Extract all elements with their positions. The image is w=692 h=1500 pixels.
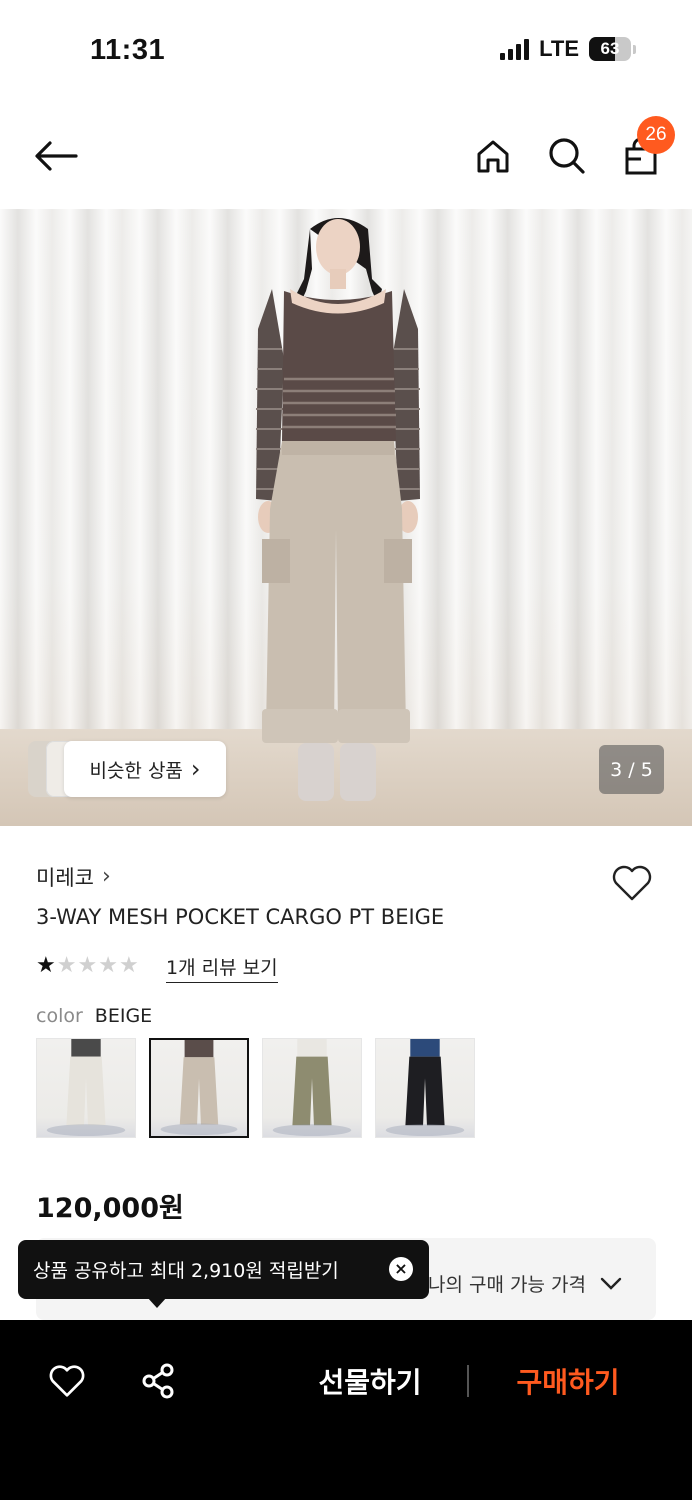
- heart-icon: [612, 865, 652, 901]
- gift-button[interactable]: 선물하기: [300, 1355, 440, 1407]
- close-icon[interactable]: ×: [389, 1257, 413, 1281]
- like-button[interactable]: [44, 1360, 90, 1402]
- my-price-text: 나의 구매 가능 가격: [428, 1274, 586, 1296]
- star-empty-icon: ★: [56, 953, 77, 978]
- option-row: color BEIGE: [36, 1005, 152, 1027]
- back-arrow-icon: [35, 141, 78, 171]
- swatch-figure: [160, 1040, 238, 1136]
- star-empty-icon: ★: [98, 953, 118, 978]
- chevron-right-icon: ›: [101, 864, 111, 889]
- search-icon: [549, 138, 585, 174]
- image-counter: 3 / 5: [599, 745, 664, 794]
- tooltip-text: 상품 공유하고 최대 2,910원 적립받기: [33, 1260, 339, 1282]
- cart-count-badge: 26: [637, 116, 675, 154]
- similar-products-button[interactable]: 비슷한 상품 ›: [64, 741, 226, 797]
- signal-icon: [500, 38, 530, 60]
- swatch-figure: [46, 1039, 126, 1137]
- share-reward-tooltip: 상품 공유하고 최대 2,910원 적립받기 ×: [18, 1240, 429, 1299]
- brand-link[interactable]: 미레코 ›: [36, 862, 111, 892]
- home-icon: [477, 140, 509, 173]
- color-swatch-white[interactable]: [36, 1038, 136, 1138]
- status-indicators: LTE 63: [500, 36, 636, 62]
- chevron-down-icon: [600, 1277, 622, 1290]
- option-value: BEIGE: [94, 1005, 153, 1027]
- star-filled-icon: ★: [36, 953, 56, 978]
- back-button[interactable]: [31, 131, 81, 181]
- battery-percent: 63: [600, 39, 620, 58]
- review-link[interactable]: 1개 리뷰 보기: [166, 953, 278, 983]
- swatch-figure: [272, 1039, 352, 1137]
- star-empty-icon: ★: [77, 953, 98, 978]
- color-swatch-khaki[interactable]: [262, 1038, 362, 1138]
- wishlist-button[interactable]: [608, 860, 656, 906]
- share-button[interactable]: [136, 1360, 180, 1402]
- product-title: 3-WAY MESH POCKET CARGO PT BEIGE: [36, 905, 445, 929]
- color-swatch-black[interactable]: [375, 1038, 475, 1138]
- chevron-right-icon: ›: [190, 755, 201, 783]
- home-button[interactable]: [468, 131, 518, 181]
- heart-icon: [49, 1365, 85, 1397]
- network-type: LTE: [539, 36, 579, 61]
- star-empty-icon: ★: [118, 953, 139, 978]
- product-image[interactable]: 3 / 5: [0, 209, 692, 826]
- bottom-divider: [467, 1365, 469, 1397]
- similar-products-label: 비슷한 상품: [89, 759, 183, 782]
- my-price-label[interactable]: 나의 구매 가능 가격: [428, 1270, 622, 1297]
- share-icon: [142, 1363, 174, 1399]
- bottom-action-bar: [0, 1320, 692, 1500]
- color-swatch-beige[interactable]: [149, 1038, 249, 1138]
- buy-button[interactable]: 구매하기: [498, 1355, 638, 1407]
- model-figure: [256, 218, 420, 801]
- swatch-figure: [385, 1039, 465, 1137]
- brand-name: 미레코: [36, 866, 94, 890]
- battery-tip: [633, 44, 636, 54]
- price: 120,000원: [36, 1193, 184, 1224]
- option-label: color: [36, 1005, 83, 1027]
- rating-stars: ★ ★ ★ ★ ★: [36, 953, 139, 978]
- tooltip-tail: [147, 1297, 167, 1308]
- status-time: 11:31: [90, 34, 166, 66]
- search-button[interactable]: [542, 131, 592, 181]
- battery-icon: 63: [589, 37, 631, 61]
